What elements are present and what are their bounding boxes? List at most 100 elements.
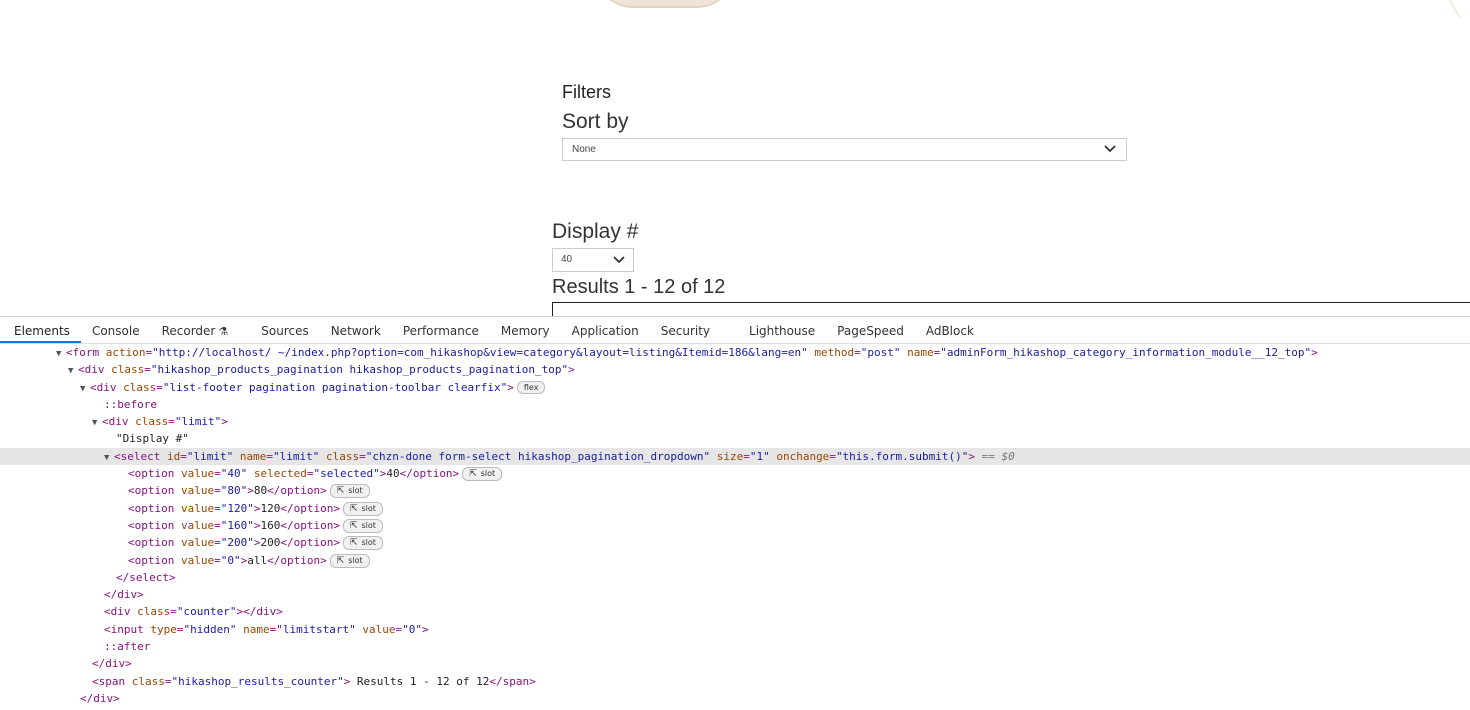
tab-label: Elements: [14, 324, 70, 338]
web-page-viewport: Filters Sort by None Display # 40 Result…: [0, 0, 1470, 316]
chevron-down-icon: [613, 256, 625, 264]
tab-label: Recorder: [161, 324, 216, 338]
tab-label: Application: [571, 324, 639, 338]
attr-value: "limit": [186, 449, 234, 463]
slot-badge[interactable]: ⇱ slot: [342, 536, 383, 551]
attr-value: "0": [220, 553, 241, 567]
slot-badge[interactable]: ⇱ slot: [462, 467, 503, 482]
tab-recorder[interactable]: Recorder ⚗: [151, 318, 251, 343]
option-text: 80: [253, 484, 268, 498]
attr-value: "80": [220, 484, 248, 498]
attr-value: "hikashop_products_pagination hikashop_p…: [150, 363, 569, 377]
option-text: 160: [260, 518, 281, 532]
dom-node-select-selected[interactable]: ▼ <select id="limit" name="limit" class="…: [0, 447, 1470, 466]
dom-close-select[interactable]: </select>: [0, 569, 1470, 586]
attr-value: "chzn-done form-select hikashop_paginati…: [365, 449, 711, 463]
dom-tree: ▼ <form action="http://localhost/ ~/index…: [0, 344, 1470, 707]
display-limit-selected-value: 40: [561, 254, 573, 265]
tab-sources[interactable]: Sources: [250, 318, 319, 343]
dom-node-option[interactable]: <option value="200">200</option> ⇱ slot: [0, 534, 1470, 551]
tab-console[interactable]: Console: [81, 318, 151, 343]
tab-elements[interactable]: Elements: [0, 318, 81, 343]
tab-memory[interactable]: Memory: [490, 318, 561, 343]
option-text: all: [247, 553, 268, 567]
attr-value: "this.form.submit()": [835, 449, 969, 463]
flex-badge[interactable]: flex: [516, 380, 546, 394]
attr-value: "list-footer pagination pagination-toolb…: [162, 380, 508, 394]
slot-badge[interactable]: ⇱ slot: [342, 518, 383, 533]
dom-pseudo-before[interactable]: ::before: [0, 396, 1470, 413]
tab-label: Network: [330, 324, 381, 338]
pseudo-element: ::before: [104, 397, 157, 411]
dom-node-div-counter[interactable]: <div class="counter"></div>: [0, 603, 1470, 620]
attr-value: "hidden": [183, 622, 237, 636]
tab-label: Performance: [402, 324, 479, 338]
reveal-arrow-icon: ⇱: [336, 555, 345, 566]
attr-value: "counter": [176, 605, 237, 619]
selected-node-marker: == $0: [981, 449, 1015, 463]
option-text: 40: [386, 467, 400, 481]
attr-value: "0": [402, 622, 422, 636]
tab-adblock[interactable]: AdBlock: [915, 318, 985, 343]
attr-value: "selected": [313, 467, 380, 481]
tab-network[interactable]: Network: [320, 318, 392, 343]
text-node: "Display #": [116, 432, 189, 446]
dom-node-option[interactable]: <option value="120">120</option> ⇱ slot: [0, 500, 1470, 517]
badge-label: slot: [480, 469, 496, 479]
option-text: 200: [260, 536, 281, 550]
attr-value: "hikashop_results_counter": [171, 674, 344, 688]
tab-label: Sources: [261, 324, 309, 338]
tab-label: Console: [91, 324, 140, 338]
dom-node-div-list-footer[interactable]: ▼ <div class="list-footer pagination pagi…: [0, 379, 1470, 396]
dom-node-div-limit[interactable]: ▼ <div class="limit">: [0, 413, 1470, 430]
slot-badge[interactable]: ⇱ slot: [342, 501, 383, 516]
pseudo-element: ::after: [104, 640, 151, 654]
dom-node-form[interactable]: ▼ <form action="http://localhost/ ~/index…: [0, 344, 1470, 361]
devtools-tab-bar: Elements Console Recorder ⚗ Sources Netwo…: [0, 317, 1470, 344]
display-count-label: Display #: [552, 220, 639, 243]
tab-label: AdBlock: [925, 324, 974, 338]
slot-badge[interactable]: ⇱ slot: [329, 484, 370, 499]
attr-value: "40": [220, 467, 248, 481]
decorative-corner: [1449, 0, 1470, 19]
tab-performance[interactable]: Performance: [392, 318, 490, 343]
tab-application[interactable]: Application: [561, 318, 650, 343]
attr-value: "http://localhost/ ~/index.php?option=co…: [152, 346, 808, 359]
tab-label: Memory: [500, 324, 550, 338]
tab-security[interactable]: Security: [650, 318, 738, 343]
dom-node-option[interactable]: <option value="40" selected="selected">4…: [0, 465, 1470, 482]
tab-pagespeed[interactable]: PageSpeed: [826, 318, 915, 343]
attr-value: "limit": [174, 415, 222, 429]
dom-node-span-results[interactable]: <span class="hikashop_results_counter"> …: [0, 673, 1470, 690]
dom-close-div[interactable]: </div>: [0, 586, 1470, 603]
dom-node-option[interactable]: <option value="160">160</option> ⇱ slot: [0, 517, 1470, 534]
dom-node-div-pagination[interactable]: ▼ <div class="hikashop_products_paginatio…: [0, 361, 1470, 378]
dom-node-option[interactable]: <option value="80">80</option> ⇱ slot: [0, 482, 1470, 499]
dom-pseudo-after[interactable]: ::after: [0, 638, 1470, 655]
badge-label: slot: [361, 520, 376, 530]
reveal-arrow-icon: ⇱: [349, 503, 358, 514]
reveal-arrow-icon: ⇱: [349, 520, 358, 531]
tab-lighthouse[interactable]: Lighthouse: [738, 318, 826, 343]
badge-label: slot: [361, 503, 376, 513]
reveal-arrow-icon: ⇱: [336, 486, 345, 497]
product-listing-box: [552, 302, 1470, 316]
dom-close-div[interactable]: </div>: [0, 690, 1470, 707]
attr-value: "limit": [272, 449, 320, 463]
slot-badge[interactable]: ⇱ slot: [329, 553, 370, 568]
option-text: 120: [260, 501, 281, 515]
badge-label: slot: [348, 486, 363, 496]
decorative-image-edge: [595, 0, 735, 8]
sort-by-select[interactable]: None: [562, 138, 1127, 161]
tab-label: Security: [660, 324, 711, 338]
chevron-down-icon: [1104, 145, 1116, 153]
dom-text-node[interactable]: "Display #": [0, 430, 1470, 447]
sort-by-label: Sort by: [562, 110, 629, 133]
dom-node-input-hidden[interactable]: <input type="hidden" name="limitstart" v…: [0, 621, 1470, 638]
display-limit-select[interactable]: 40: [552, 248, 634, 272]
devtools-panel: Elements Console Recorder ⚗ Sources Netwo…: [0, 316, 1470, 710]
dom-close-div[interactable]: </div>: [0, 655, 1470, 672]
dom-node-option[interactable]: <option value="0">all</option> ⇱ slot: [0, 552, 1470, 569]
attr-name: selected: [253, 467, 307, 481]
text-node: Results 1 - 12 of 12: [350, 674, 490, 688]
